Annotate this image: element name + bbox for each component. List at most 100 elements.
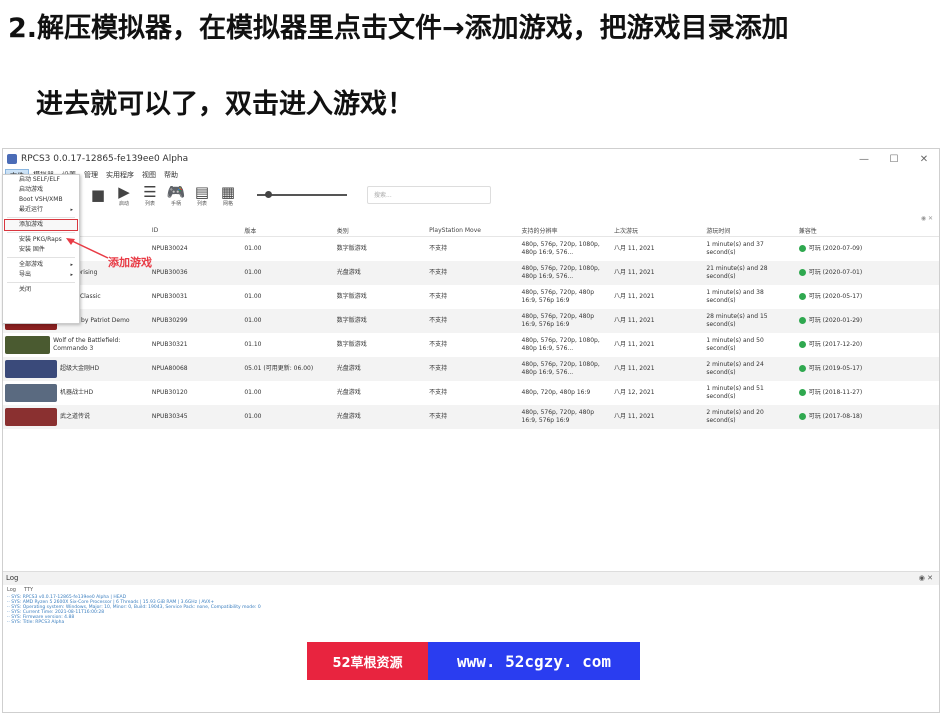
game-category: 数字版游戏 (334, 309, 428, 333)
log-text: ·· SYS: RPCS3 v0.0.17-12865-fe139ee0 Alp… (3, 595, 939, 625)
list-view-icon: ▤ (194, 182, 210, 201)
column-header[interactable]: 兼容性 (796, 225, 939, 237)
icon-size-slider[interactable] (257, 191, 347, 198)
pads-button[interactable]: 🎮 手柄 (165, 184, 187, 207)
table-row[interactable]: 机器战士HD NPUB30120 01.00 光盘游戏 不支持 480p, 720p, 4… (3, 381, 939, 405)
grid-view-button[interactable]: ▦ 网格 (217, 184, 239, 207)
game-move-support: 不支持 (429, 389, 448, 396)
search-input[interactable]: 搜索... (367, 186, 491, 204)
menu-utilities[interactable]: 实用程序 (102, 169, 138, 181)
game-list-header-controls: ◉ ✕ (3, 211, 939, 225)
start-button[interactable]: ▶ 启动 (113, 184, 135, 207)
game-compatibility: 可玩 (2020-05-17) (797, 285, 939, 309)
table-row[interactable]: Attack by Patriot Demo NPUB30299 01.00 数字版游… (3, 309, 939, 333)
column-header[interactable]: 上次游玩 (611, 225, 705, 237)
game-thumbnail (5, 408, 57, 426)
menu-item-boot-elf[interactable]: 启动 SELF/ELF (3, 175, 79, 185)
game-thumbnail (5, 384, 57, 402)
game-resolutions: 480p, 576p, 720p, 1080p, 480p 16:9, 576.… (521, 241, 600, 256)
game-category: 光盘游戏 (336, 389, 361, 396)
game-version: 01.00 (242, 309, 335, 333)
column-header[interactable]: ID (149, 225, 243, 237)
menu-item-add-games[interactable]: 添加游戏 (4, 219, 78, 231)
game-compatibility: 可玩 (2017-12-20) (797, 333, 939, 357)
grid-view-icon: ▦ (220, 182, 236, 201)
list-icon: ☰ (143, 182, 157, 201)
game-id: NPUB30036 (149, 261, 243, 285)
table-row[interactable]: 武之道传说 NPUB30345 01.00 光盘游戏 不支持 480p, 576p, 72… (3, 405, 939, 429)
game-id: NPUB30120 (151, 389, 188, 396)
callout-arrow-icon (66, 238, 109, 259)
menu-view[interactable]: 视图 (138, 169, 160, 181)
column-header[interactable]: 版本 (242, 225, 335, 237)
game-last-played: 八月 11, 2021 (611, 357, 705, 381)
game-version: 01.00 (244, 293, 262, 300)
game-category: 数字版游戏 (336, 341, 367, 348)
column-header[interactable]: 游玩时间 (704, 225, 797, 237)
column-header[interactable]: 支持的分辨率 (519, 225, 612, 237)
game-title: 超级大金刚HD (60, 365, 100, 372)
table-row[interactable]: Wolf of the Battlefield: Commando 3 NPUB3… (3, 333, 939, 357)
game-move-support: 不支持 (427, 357, 520, 381)
dock-controls-icon[interactable]: ◉ ✕ (921, 215, 933, 222)
menu-manage[interactable]: 管理 (80, 169, 102, 181)
list-button[interactable]: ☰ 列表 (139, 184, 161, 207)
minimize-button[interactable]: — (849, 154, 879, 165)
game-version: 05.01 (可用更新: 06.00) (242, 357, 335, 381)
game-play-time: 2 minute(s) and 20 second(s) (704, 405, 797, 429)
watermark: 52草根资源 www. 52cgzy. com (307, 642, 640, 680)
column-header[interactable]: PlayStation Move (427, 225, 520, 237)
toolbar: ■ ▶ 启动 ☰ 列表 🎮 手柄 ▤ 列表 ▦ 网格 搜索... (3, 181, 939, 209)
log-tabs: Log TTY (3, 585, 939, 595)
stop-icon: ■ (90, 186, 106, 204)
game-last-played: 八月 12, 2021 (613, 389, 655, 396)
table-header-row: ID 版本 类别 PlayStation Move 支持的分辨率 上次游玩 游玩… (3, 225, 939, 237)
game-move-support: 不支持 (427, 261, 520, 285)
menu-item-recent[interactable]: 最近运行 ▸ (3, 205, 79, 215)
game-move-support: 不支持 (427, 309, 520, 333)
menu-separator (7, 282, 75, 283)
game-play-time: 1 minute(s) and 50 second(s) (706, 337, 764, 352)
compat-status-icon (798, 269, 806, 276)
game-move-support: 不支持 (429, 341, 448, 348)
table-row[interactable]: Persia Classic NPUB30031 01.00 数字版游戏 不支持 480p… (3, 285, 939, 309)
log-dock-controls-icon[interactable]: ◉ ✕ (919, 572, 933, 585)
game-last-played: 八月 11, 2021 (613, 293, 655, 300)
game-title: 机器战士HD (60, 389, 94, 396)
menu-bar: 文件 模拟器 设置 管理 实用程序 视图 帮助 (3, 169, 939, 181)
tab-log[interactable]: Log (7, 585, 16, 595)
close-button[interactable]: ✕ (909, 154, 939, 165)
gamepad-icon: 🎮 (166, 182, 186, 201)
game-resolutions: 480p, 576p, 720p, 480p 16:9, 576p 16:9 (521, 289, 595, 304)
game-name-cell: 机器战士HD (3, 381, 150, 405)
menu-item-boot-vsh[interactable]: Boot VSH/XMB (3, 195, 79, 205)
menu-item-exit[interactable]: 关闭 (3, 285, 79, 295)
game-compatibility: 可玩 (2020-07-09) (797, 237, 939, 262)
stop-button[interactable]: ■ (87, 187, 109, 203)
list-view-button[interactable]: ▤ 列表 (191, 184, 213, 207)
game-name-cell: 武之道传说 (3, 405, 150, 429)
game-title: Wolf of the Battlefield: Commando 3 (53, 337, 121, 352)
game-name-cell: Wolf of the Battlefield: Commando 3 (3, 333, 150, 357)
game-version: 01.00 (242, 405, 335, 429)
submenu-arrow-icon: ▸ (70, 207, 73, 213)
game-name-cell: 超级大金刚HD (3, 357, 150, 381)
table-row[interactable]: 超级大金刚HD NPUA80068 05.01 (可用更新: 06.00) 光盘游戏不… (3, 357, 939, 381)
slider-knob[interactable] (265, 191, 272, 198)
game-play-time: 1 minute(s) and 37 second(s) (706, 241, 764, 256)
menu-item-export[interactable]: 导出 ▸ (3, 270, 79, 280)
maximize-button[interactable]: ☐ (879, 154, 909, 165)
tab-tty[interactable]: TTY (24, 585, 33, 595)
column-header[interactable]: 类别 (334, 225, 428, 237)
menu-help[interactable]: 帮助 (160, 169, 182, 181)
game-id: NPUB30299 (149, 309, 243, 333)
submenu-arrow-icon: ▸ (70, 272, 73, 278)
play-icon: ▶ (118, 182, 130, 201)
game-id: NPUB30024 (151, 245, 188, 252)
game-version: 01.10 (244, 341, 262, 348)
watermark-right: www. 52cgzy. com (428, 642, 640, 680)
game-category: 数字版游戏 (336, 293, 367, 300)
game-compatibility: 可玩 (2019-05-17) (796, 357, 939, 381)
game-thumbnail (5, 336, 51, 354)
menu-item-boot-game[interactable]: 启动游戏 (3, 185, 79, 195)
